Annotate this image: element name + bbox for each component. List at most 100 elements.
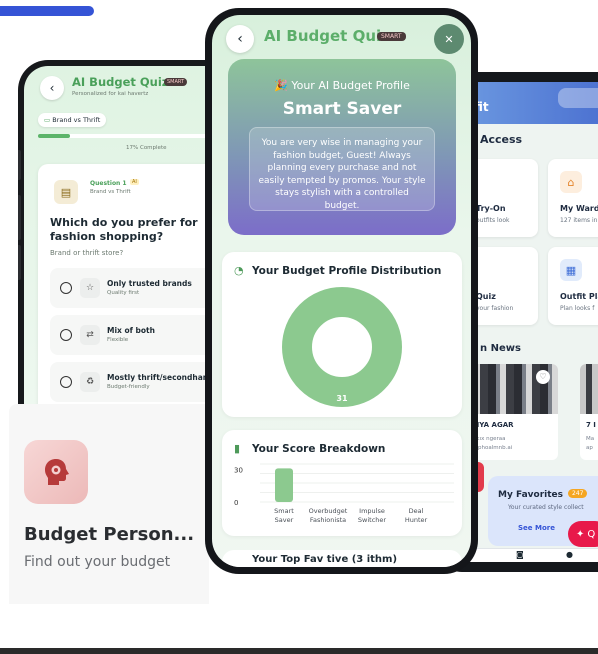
x-tick-label: Overbudget <box>309 507 348 515</box>
center-phone-screen: 🎉 Your AI Budget Profile Smart Saver You… <box>212 15 471 567</box>
ai-badge: AI <box>130 179 139 185</box>
progress-fill <box>38 134 71 138</box>
ai-assist-button[interactable]: ✦ Q <box>568 521 598 547</box>
center-phone: 🎉 Your AI Budget Profile Smart Saver You… <box>205 8 478 574</box>
donut-value-label: 31 <box>336 394 348 403</box>
profile-name: Smart Saver <box>282 99 402 119</box>
decor-top-bar <box>0 6 94 16</box>
card-title: Quiz <box>476 292 496 301</box>
card-title: Outfit Pla <box>560 292 598 301</box>
bar-smart-saver[interactable] <box>275 468 293 502</box>
chevron-left-icon: ‹ <box>49 81 55 95</box>
profile-icon[interactable]: ● <box>566 550 573 559</box>
heart-icon[interactable]: ♡ <box>536 370 550 384</box>
option-trusted-brands[interactable]: ☆ Only trusted brands Quality first <box>50 268 218 308</box>
favorites-title: My Favorites <box>498 490 563 500</box>
distribution-card: ◔ Your Budget Profile Distribution 31 <box>222 252 462 417</box>
question-hint: Brand or thrift store? <box>50 249 124 257</box>
x-tick-label: Switcher <box>358 516 386 524</box>
budget-personality-card[interactable]: Budget Person... Find out your budget <box>9 404 209 604</box>
hanger-icon: ⌂ <box>560 171 582 193</box>
quiz-subtitle: Personalized for kai havertz <box>72 91 149 97</box>
news-card[interactable]: 7 I Ma ap <box>580 364 598 460</box>
bar-chart-icon: ▮ <box>234 442 241 455</box>
card-sub: 127 items in <box>560 217 598 224</box>
quick-access-title: Access <box>480 133 523 146</box>
camera-icon[interactable]: ◙ <box>516 550 524 559</box>
pie-chart-icon: ◔ <box>234 264 244 277</box>
volume-button <box>18 195 21 240</box>
y-tick-label: 0 <box>234 499 238 507</box>
shuffle-icon: ✕ <box>444 32 454 46</box>
score-bar-chart: 30 0 SmartSaver OverbudgetFashionista Impuls… <box>234 463 454 524</box>
y-tick-label: 30 <box>234 466 243 474</box>
radio-button[interactable] <box>60 376 72 388</box>
progress-bar <box>38 134 218 138</box>
right-header-pill[interactable] <box>558 88 598 108</box>
news-line: Ma <box>586 436 595 442</box>
card-outfit-planner[interactable]: ▦ Outfit Pla Plan looks f <box>548 247 598 325</box>
option-mix[interactable]: ⇄ Mix of both Flexible <box>50 315 218 355</box>
smart-badge: SMART <box>377 32 406 41</box>
volume-button <box>18 245 21 280</box>
card-wardrobe[interactable]: ⌂ My Ward 127 items in <box>548 159 598 237</box>
profile-description: You are very wise in managing your fashi… <box>249 127 435 211</box>
quiz-title: AI Budget Quiz <box>72 75 169 89</box>
ai-assist-label: Q <box>587 528 596 540</box>
category-chip-label: Brand vs Thrift <box>52 116 101 124</box>
x-tick-label: Saver <box>275 516 294 524</box>
favorites-count-badge: 247 <box>568 489 588 498</box>
card-subtitle: Find out your budget <box>24 554 171 570</box>
radio-button[interactable] <box>60 282 72 294</box>
donut-slice[interactable] <box>282 287 402 407</box>
card-title: My Ward <box>560 204 598 213</box>
card-sub: your fashion <box>476 305 514 312</box>
x-tick-label: Fashionista <box>310 516 346 524</box>
card-title: Try-On <box>476 204 506 213</box>
news-title: n News <box>480 343 521 354</box>
category-chip[interactable]: ▭ Brand vs Thrift <box>38 113 107 127</box>
x-tick-label: Deal <box>409 507 424 515</box>
next-section-card: Your Top Fav tive (3 ithm) <box>222 550 462 567</box>
radio-button[interactable] <box>60 329 72 341</box>
smart-badge: SMART <box>164 78 188 86</box>
option-label: Only trusted brands <box>107 279 192 288</box>
option-thrift[interactable]: ♻ Mostly thrift/secondhand Budget-friend… <box>50 362 218 402</box>
decor-bottom-bar <box>0 648 598 654</box>
back-button[interactable]: ‹ <box>40 76 64 100</box>
see-more-button[interactable]: See More <box>518 524 555 532</box>
distribution-title: Your Budget Profile Distribution <box>252 265 442 277</box>
question-number: Question 1 <box>90 180 127 187</box>
news-image <box>580 364 598 414</box>
option-label: Mix of both <box>107 326 155 335</box>
x-tick-label: Impulse <box>359 507 385 515</box>
question-card: ▤ Question 1 AI Brand vs Thrift Which do… <box>38 164 218 405</box>
recycle-icon: ♻ <box>80 372 100 392</box>
chevron-left-icon: ‹ <box>237 31 243 47</box>
volume-button <box>18 150 21 180</box>
calendar-icon: ▦ <box>560 259 582 281</box>
card-title: Budget Person... <box>24 524 195 545</box>
left-phone-screen: ‹ AI Budget Quiz SMART Personalized for … <box>24 66 218 405</box>
star-icon: ☆ <box>80 278 100 298</box>
swap-icon: ⇄ <box>80 325 100 345</box>
store-icon: ▤ <box>54 180 78 204</box>
x-tick-label: Hunter <box>405 516 428 524</box>
tag-icon: ▭ <box>44 116 51 124</box>
option-sub: Flexible <box>107 337 129 343</box>
quiz-title: AI Budget Quiz <box>264 27 390 45</box>
option-sub: Budget-friendly <box>107 384 150 390</box>
card-sub: Plan looks f <box>560 305 595 312</box>
question-text: Which do you prefer for fashion shopping… <box>50 216 198 243</box>
sparkle-icon: ✦ <box>576 528 585 540</box>
breakdown-title: Your Score Breakdown <box>252 443 386 455</box>
donut-chart: 31 <box>282 287 402 407</box>
head-gear-icon <box>24 440 88 504</box>
option-label: Mostly thrift/secondhand <box>107 373 214 382</box>
progress-label: 17% Complete <box>126 145 167 151</box>
x-tick-label: Smart <box>274 507 294 515</box>
share-button[interactable]: ✕ <box>434 24 464 54</box>
card-sub: outfits look <box>476 217 510 224</box>
left-phone: ‹ AI Budget Quiz SMART Personalized for … <box>18 60 218 405</box>
back-button[interactable]: ‹ <box>226 25 254 53</box>
